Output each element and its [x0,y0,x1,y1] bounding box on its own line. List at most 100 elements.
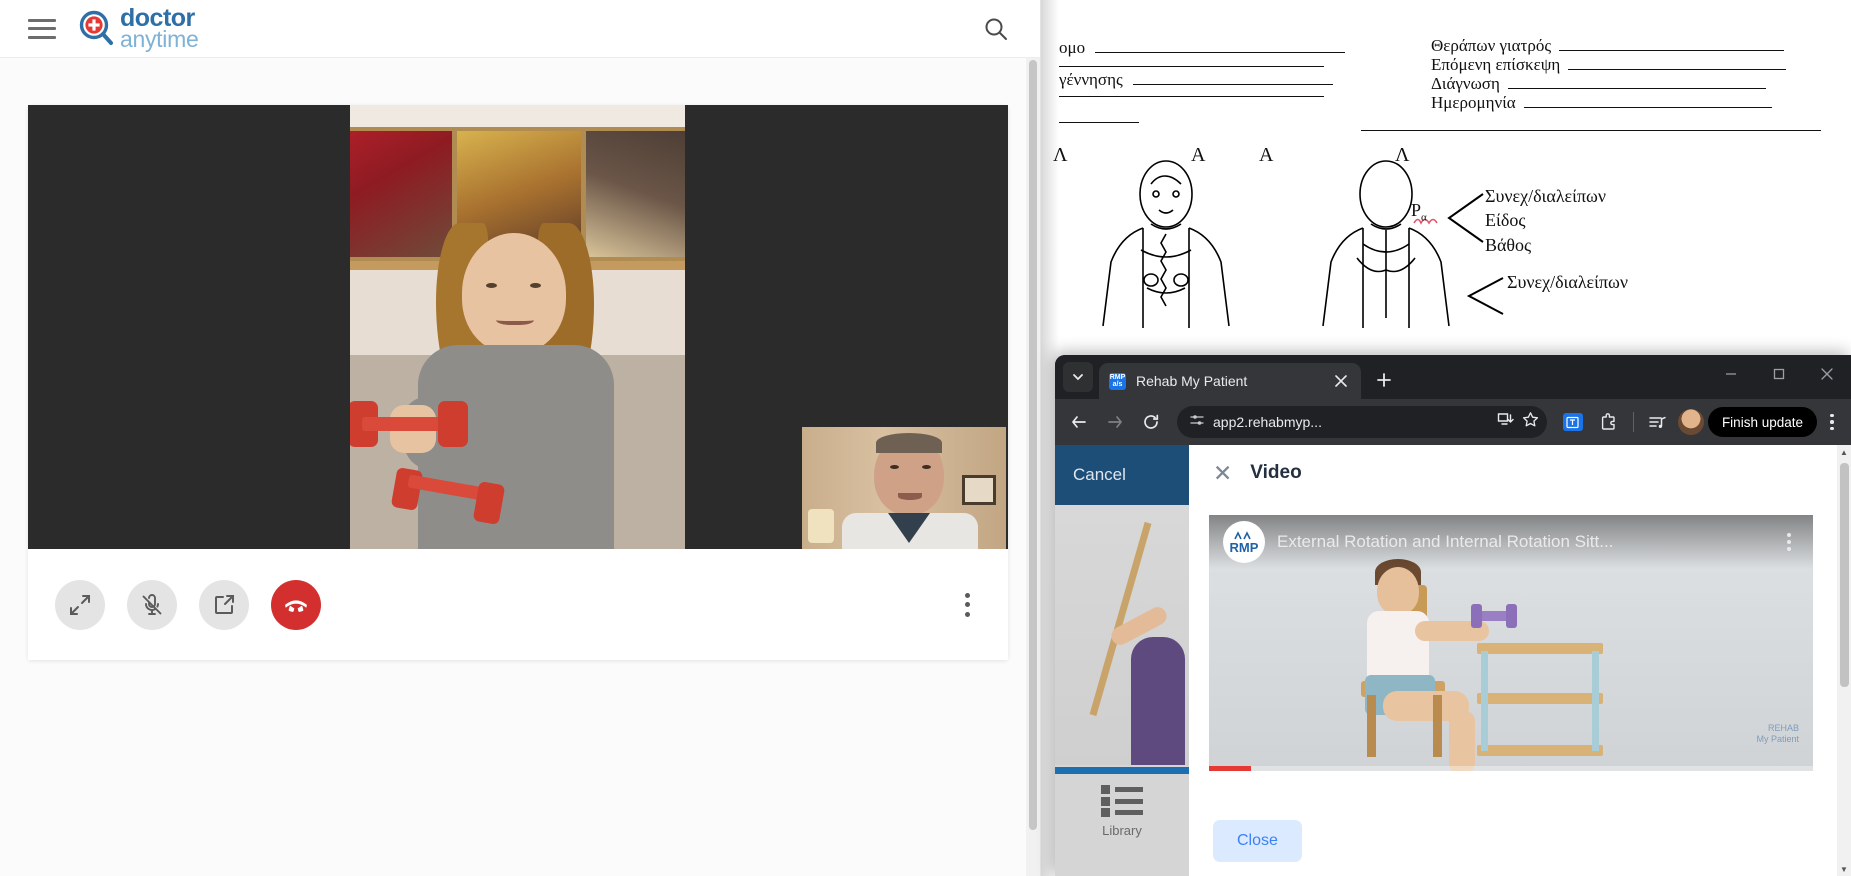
doc-rule [1361,130,1821,131]
main-video-feed[interactable] [28,105,1008,549]
modal-close-icon[interactable]: ✕ [1213,461,1232,485]
sidebar-accent-bar [1055,767,1189,774]
chair-leg [1433,695,1442,757]
address-bar[interactable]: app2.rehabmyp... [1177,406,1547,438]
tab-search-dropdown-icon[interactable] [1063,362,1093,392]
doc-field-left-1: γέννησης [1059,70,1333,90]
video-player[interactable]: REHAB My Patient RMP External Rotation a… [1209,515,1813,771]
pip-picture-frame [962,475,996,505]
annotation-2-bracket [1466,277,1504,315]
expand-button[interactable] [55,579,105,630]
favicon-bottom: a/s [1112,381,1123,388]
app-header: doctor anytime [0,0,1040,58]
rehab-my-patient-page: Cancel Library ✕ Video REHAB My Patient … [1055,445,1851,876]
close-window-button[interactable] [1803,355,1851,393]
doctor-mouth [898,493,922,500]
doc-field-right-2: Διάγνωση [1431,74,1766,94]
logo-magnifier-cross-icon [78,10,116,48]
back-icon[interactable] [1063,406,1095,438]
doc-field-label: Διάγνωση [1431,74,1500,93]
hamburger-icon[interactable] [28,18,56,39]
video-call-stage [28,105,1008,660]
doc-field-label: γέννησης [1059,70,1123,89]
browser-tab[interactable]: RMP a/s Rehab My Patient [1099,363,1361,399]
tab-title: Rehab My Patient [1136,373,1248,389]
new-tab-icon[interactable] [1369,365,1399,395]
scroll-down-arrow[interactable]: ▼ [1837,862,1851,876]
dumbbell-weight [438,401,468,447]
patient-camera-column [350,105,685,549]
screen: ομο γέννησης Θεράπων γιατρός Επόμενη επί… [0,0,1851,876]
end-call-button[interactable] [271,579,321,630]
extensions-puzzle-icon[interactable] [1593,406,1625,438]
mic-muted-button[interactable] [127,579,177,630]
page-scrollbar[interactable]: ▲ ▼ [1837,445,1851,876]
patient-head [462,233,566,353]
purple-dumbbell [1471,604,1517,628]
doc-rule [1059,96,1324,97]
doctoranytime-logo[interactable]: doctor anytime [78,6,199,51]
video-progress-bar[interactable] [1209,766,1813,771]
maximize-button[interactable] [1755,355,1803,393]
close-button-label: Close [1237,832,1278,849]
doc-rule [1059,66,1324,67]
body-diagram-anterior [1102,160,1230,328]
patient-smile [496,313,534,325]
sidebar-item-library[interactable]: Library [1055,785,1189,838]
watermark-line-1: REHAB [1767,722,1799,733]
patient-eye-left [486,283,497,288]
profile-avatar[interactable] [1677,409,1704,435]
field-rule [1559,50,1785,51]
finish-update-button[interactable]: Finish update [1707,407,1817,437]
reload-icon[interactable] [1135,406,1167,438]
player-menu-icon[interactable] [1779,530,1799,554]
app-scrollbar-thumb[interactable] [1029,60,1037,830]
anno-line: Συνεχ/διαλείπων [1485,186,1607,206]
video-modal-header: ✕ Video [1189,445,1851,501]
doc-field-right-0: Θεράπων γιατρός [1431,36,1785,56]
translate-icon[interactable] [1557,406,1589,438]
search-icon[interactable] [976,9,1016,49]
bookmark-star-icon[interactable] [1522,411,1539,433]
logo-text: doctor anytime [120,6,199,51]
install-app-icon[interactable] [1497,411,1514,433]
thumb-body [1131,637,1185,765]
cancel-button[interactable]: Cancel [1055,445,1189,505]
rmp-watermark: REHAB My Patient [1756,723,1799,746]
field-rule [1095,52,1346,53]
page-scrollbar-thumb[interactable] [1840,463,1849,687]
doc-rule [1059,122,1139,123]
minimize-button[interactable] [1707,355,1755,393]
call-more-options-icon[interactable] [954,590,980,620]
share-screen-button[interactable] [199,579,249,630]
app-scrollbar[interactable] [1026,58,1040,876]
close-button[interactable]: Close [1213,820,1302,862]
call-controls-bar [28,549,1008,660]
anno-line: Είδος [1485,210,1526,231]
video-progress-fill [1209,766,1252,771]
video-title: External Rotation and Internal Rotation … [1277,532,1614,551]
figure-mark-2: Α [1259,144,1274,166]
rmp-main-panel: ✕ Video REHAB My Patient RMP External Ro… [1189,445,1851,876]
forward-icon[interactable] [1099,406,1131,438]
player-title-bar: RMP External Rotation and Internal Rotat… [1209,515,1813,569]
doc-field-label: Θεράπων γιατρός [1431,36,1552,55]
media-controls-icon[interactable] [1642,406,1674,438]
pip-lamp [808,509,834,543]
field-rule [1507,88,1766,89]
model-head [1377,567,1419,615]
annotation-1-bracket [1447,193,1484,243]
anno-line: Βάθος [1485,234,1532,255]
exercise-thumbnail[interactable] [1055,505,1189,765]
site-settings-icon[interactable] [1189,412,1205,433]
figure-mark-0: Λ [1053,144,1068,166]
field-rule [1523,107,1772,108]
doctor-hair [876,433,942,453]
favicon-top: RMP [1109,374,1126,381]
scroll-up-arrow[interactable]: ▲ [1837,445,1851,459]
browser-menu-icon[interactable] [1821,411,1843,433]
tab-close-icon[interactable] [1331,371,1351,391]
chrome-browser-window: RMP a/s Rehab My Patient app2.rehabmyp..… [1055,355,1851,876]
rmp-logo-text: RMP [1229,539,1259,555]
doctor-pip-video[interactable] [802,427,1006,549]
